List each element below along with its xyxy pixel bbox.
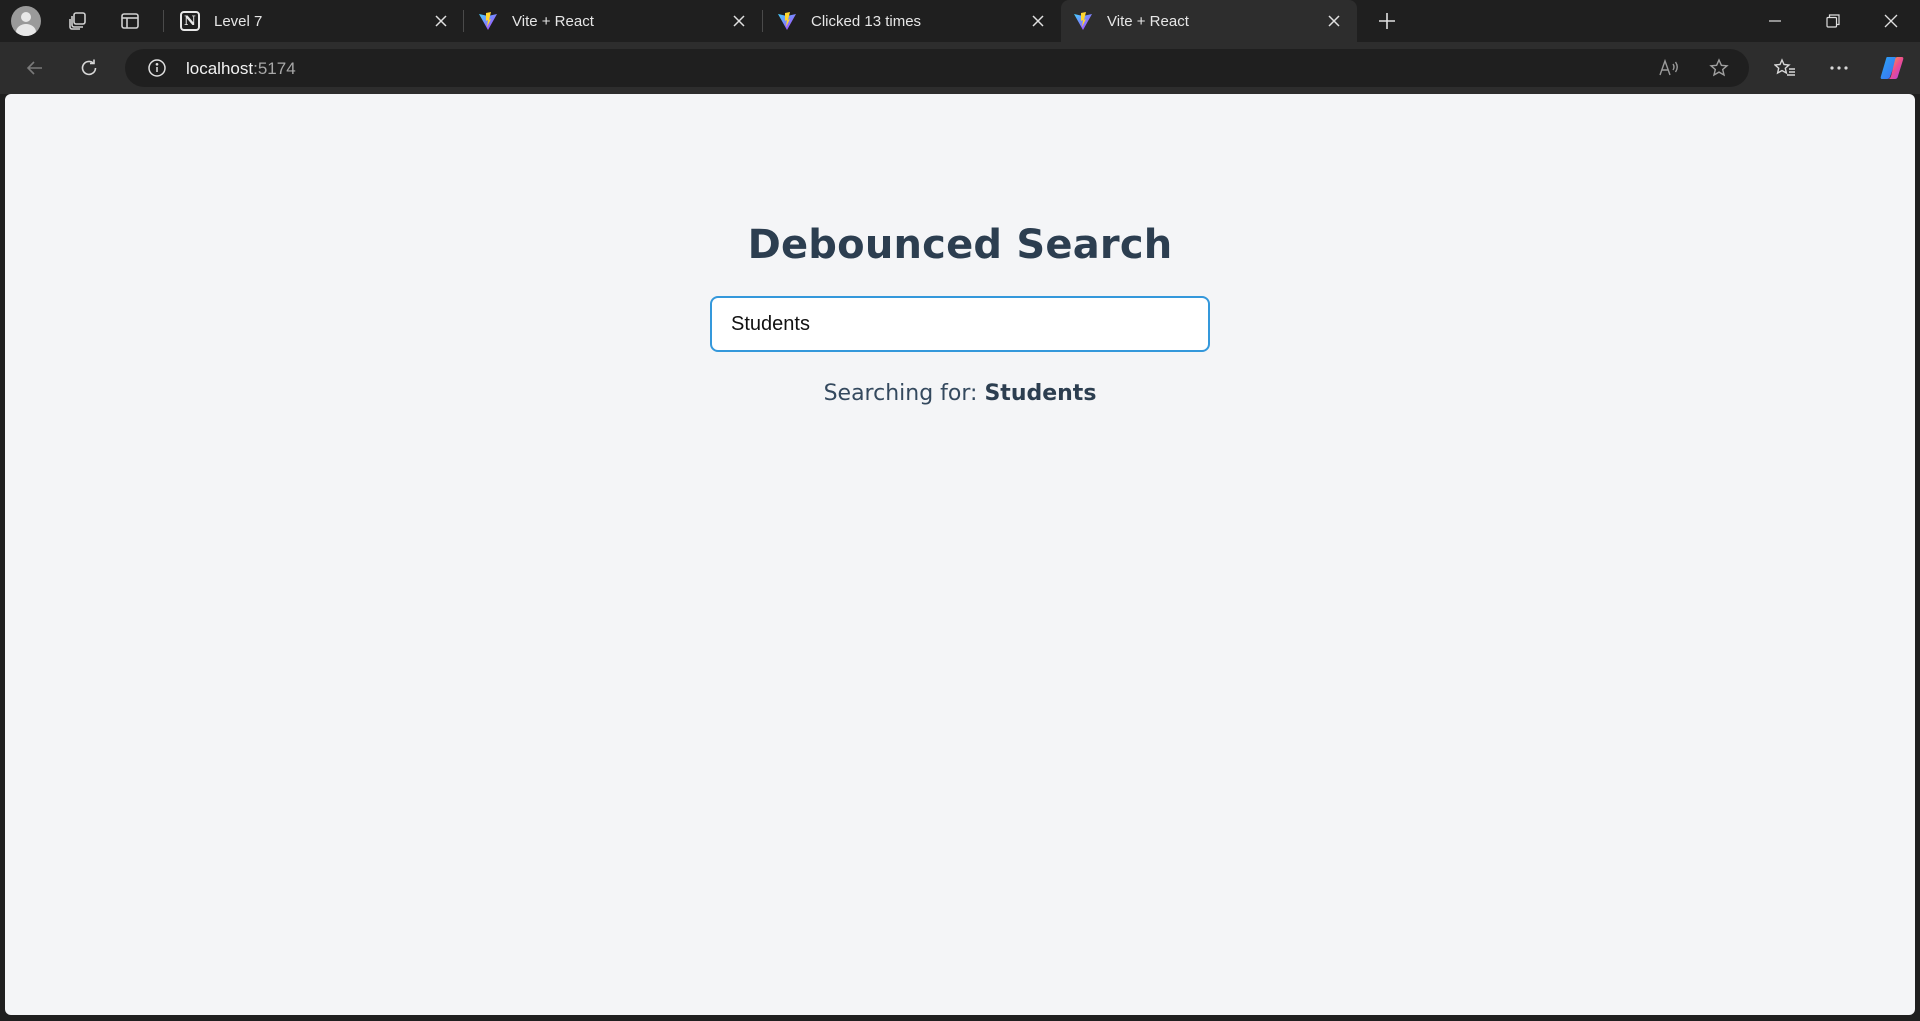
- tab-title: Clicked 13 times: [811, 12, 922, 30]
- new-tab-button[interactable]: [1370, 0, 1404, 42]
- more-icon: [1830, 66, 1848, 70]
- tab-vite-react-active[interactable]: Vite + React: [1061, 0, 1357, 42]
- more-button[interactable]: [1821, 50, 1857, 86]
- tab-level-7[interactable]: N Level 7: [168, 0, 464, 42]
- address-bar[interactable]: localhost:5174: [125, 49, 1749, 87]
- minimize-button[interactable]: [1746, 0, 1804, 42]
- back-arrow-icon: [26, 61, 42, 75]
- close-tab-icon[interactable]: [1323, 10, 1345, 32]
- notion-icon: N: [180, 11, 200, 31]
- site-info-button[interactable]: [145, 56, 169, 80]
- url-host: localhost: [186, 59, 254, 78]
- favorite-button[interactable]: [1707, 56, 1731, 80]
- browser-toolbar: localhost:5174: [0, 42, 1920, 94]
- refresh-icon: [81, 59, 97, 76]
- info-icon: [148, 59, 166, 77]
- restore-icon: [1826, 14, 1840, 28]
- avatar-icon: [11, 6, 41, 36]
- close-icon: [1884, 14, 1898, 28]
- profile-button[interactable]: [0, 0, 52, 42]
- copilot-icon: [1880, 57, 1904, 79]
- search-status: Searching for: Students: [5, 381, 1915, 406]
- favorites-button[interactable]: [1767, 50, 1803, 86]
- tab-title: Level 7: [214, 12, 263, 30]
- vite-icon: [1074, 12, 1092, 30]
- tab-title: Vite + React: [512, 12, 594, 30]
- page-title: Debounced Search: [747, 222, 1173, 268]
- tab-divider: [163, 10, 164, 32]
- url-text[interactable]: localhost:5174: [186, 59, 296, 79]
- read-aloud-icon: [1659, 58, 1678, 76]
- tab-divider: [463, 10, 464, 32]
- vite-icon: [778, 12, 796, 30]
- close-tab-icon[interactable]: [1027, 10, 1049, 32]
- restore-button[interactable]: [1804, 0, 1862, 42]
- refresh-button[interactable]: [71, 50, 107, 86]
- plus-icon: [1379, 13, 1395, 29]
- tab-title: Vite + React: [1107, 12, 1189, 30]
- favorites-icon: [1774, 58, 1795, 76]
- tab-clicked-13-times[interactable]: Clicked 13 times: [765, 0, 1061, 42]
- close-tab-icon[interactable]: [728, 10, 750, 32]
- url-port: :5174: [253, 59, 296, 78]
- read-aloud-button[interactable]: [1657, 56, 1681, 80]
- tab-actions-icon: [121, 13, 139, 29]
- workspaces-button[interactable]: [52, 0, 104, 42]
- close-window-button[interactable]: [1862, 0, 1920, 42]
- search-input[interactable]: [710, 296, 1210, 352]
- vertical-tabs-button[interactable]: [104, 0, 156, 42]
- workspaces-icon: [69, 12, 86, 30]
- back-button[interactable]: [17, 50, 53, 86]
- tab-vite-react-1[interactable]: Vite + React: [466, 0, 762, 42]
- vite-icon: [479, 12, 497, 30]
- search-status-term: Students: [984, 381, 1097, 406]
- close-tab-icon[interactable]: [430, 10, 452, 32]
- page-viewport: Debounced Search Searching for: Students: [5, 94, 1915, 1015]
- minimize-icon: [1769, 20, 1781, 22]
- star-icon: [1709, 58, 1729, 77]
- search-status-prefix: Searching for:: [823, 381, 978, 406]
- window-controls: [1746, 0, 1920, 42]
- copilot-button[interactable]: [1874, 50, 1910, 86]
- tab-divider: [762, 10, 763, 32]
